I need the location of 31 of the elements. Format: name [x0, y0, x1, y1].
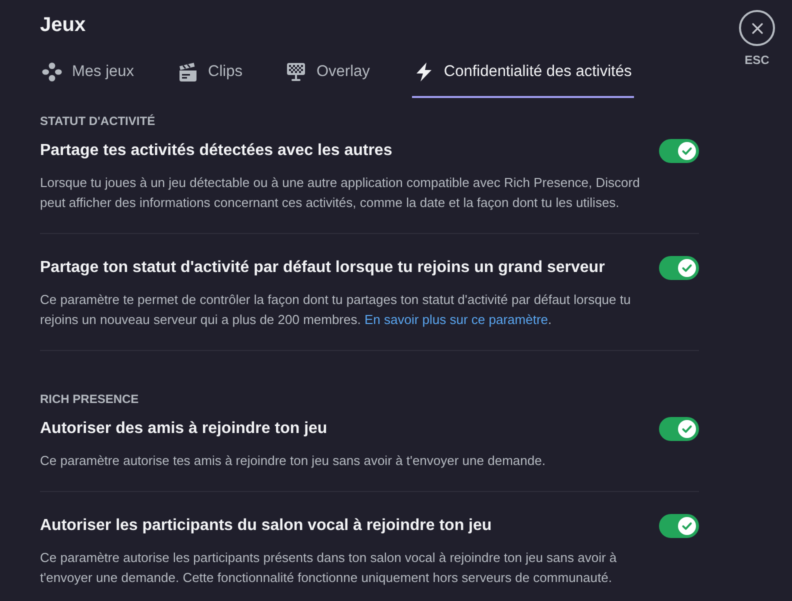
- setting-title: Partage ton statut d'activité par défaut lorsque tu rejoins un grand serveur: [40, 258, 605, 278]
- tab[interactable]: Overlay: [284, 60, 372, 98]
- setting-title: Partage tes activités détectées avec les autres: [40, 141, 392, 161]
- close-button[interactable]: [739, 10, 775, 46]
- check-icon: [678, 259, 696, 277]
- setting-description: Ce paramètre te permet de contrôler la façon dont tu partages ton statut d'activité par défaut lorsque tu rejoins un nouveau serveur qui a plus de 200 membres. En savoir plus sur ce paramètre.: [40, 291, 632, 329]
- check-icon: [678, 420, 696, 438]
- section-heading: STATUT D'ACTIVITÉ: [40, 113, 156, 129]
- four-dots-icon: [42, 62, 62, 82]
- close-icon: [752, 22, 762, 34]
- toggle-switch[interactable]: [659, 417, 699, 441]
- clapperboard-icon: [178, 62, 198, 82]
- esc-label: ESC: [744, 52, 770, 68]
- tab[interactable]: Clips: [176, 60, 244, 98]
- check-icon: [678, 517, 696, 535]
- setting-description: Ce paramètre autorise tes amis à rejoindre ton jeu sans avoir à t'envoyer une demande.: [40, 452, 546, 470]
- check-icon: [678, 142, 696, 160]
- toggle-switch[interactable]: [659, 514, 699, 538]
- setting-title: Autoriser les participants du salon vocal à rejoindre ton jeu: [40, 516, 492, 536]
- setting-description: Ce paramètre autorise les participants présents dans ton salon vocal à rejoindre ton jeu sans avoir à t'envoyer une demande. Cette fonctionnalité fonctionne uniquement hors serveurs de communauté.: [40, 549, 618, 587]
- monitor-icon: [286, 62, 306, 82]
- setting-description: Lorsque tu joues à un jeu détectable ou à une autre application compatible avec Rich Presence, Discord peut afficher des informations concernant ces activités, comme la date et la façon dont tu les utilises.: [40, 174, 641, 212]
- page-title: Jeux: [40, 13, 86, 37]
- toggle-switch[interactable]: [659, 256, 699, 280]
- lightning-icon: [414, 62, 434, 82]
- section-heading: RICH PRESENCE: [40, 391, 139, 407]
- learn-more-link[interactable]: En savoir plus sur ce paramètre: [364, 312, 548, 327]
- toggle-switch[interactable]: [659, 139, 699, 163]
- tab[interactable]: Confidentialité des activités: [412, 60, 634, 98]
- tab[interactable]: Mes jeux: [40, 60, 136, 98]
- setting-title: Autoriser des amis à rejoindre ton jeu: [40, 419, 328, 439]
